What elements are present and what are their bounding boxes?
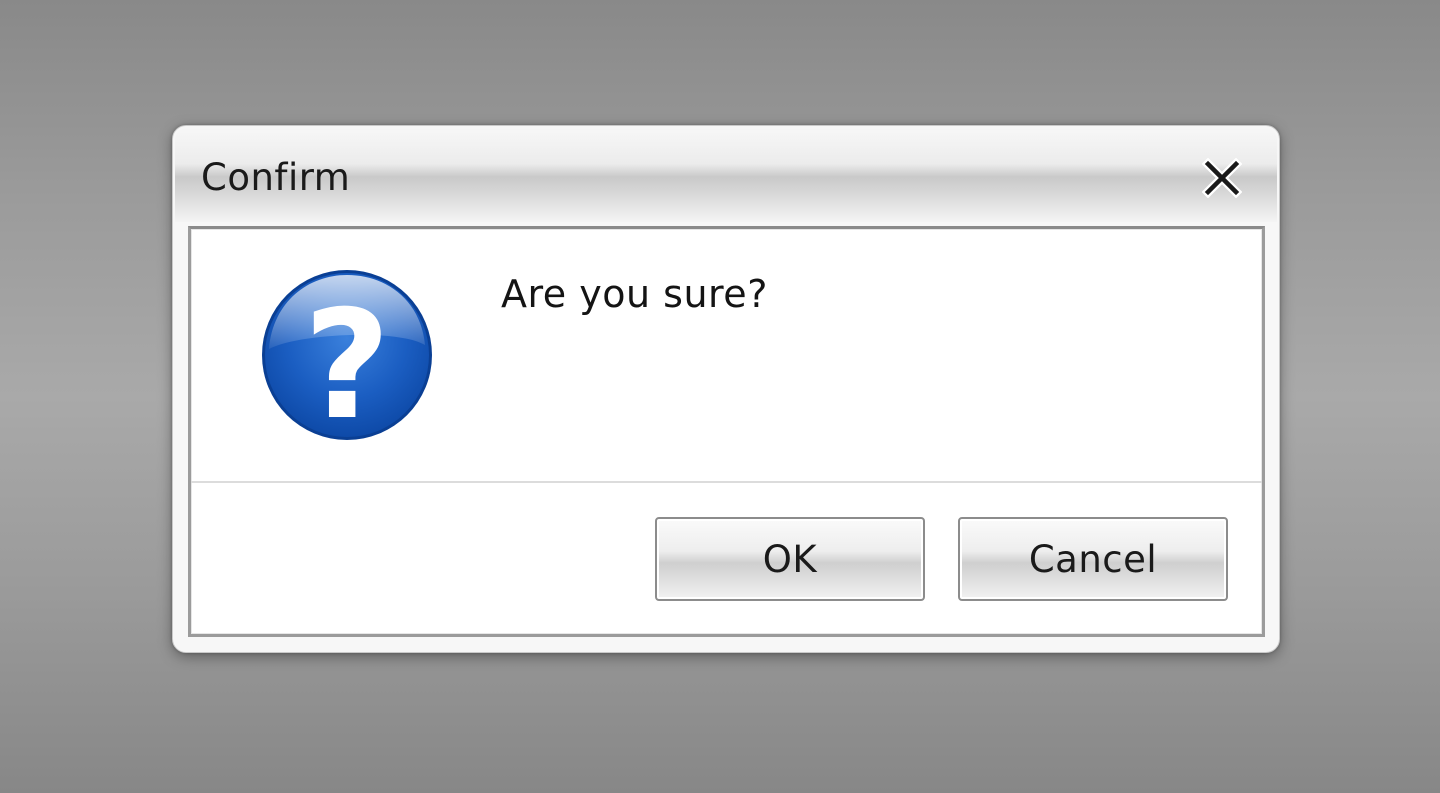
dialog-content: ? Are you sure? OK Cancel xyxy=(188,226,1265,637)
confirm-message: Are you sure? xyxy=(501,272,768,316)
svg-text:?: ? xyxy=(303,279,390,443)
ok-button[interactable]: OK xyxy=(655,517,925,601)
confirm-dialog: Confirm ? Are you sure? OK Cancel xyxy=(172,125,1280,653)
cancel-button[interactable]: Cancel xyxy=(958,517,1228,601)
close-icon xyxy=(1202,158,1242,198)
dialog-titlebar[interactable]: Confirm xyxy=(175,128,1277,222)
dialog-title: Confirm xyxy=(201,156,351,199)
close-button[interactable] xyxy=(1197,152,1247,204)
message-area: ? Are you sure? xyxy=(191,229,1262,483)
question-icon: ? xyxy=(262,270,432,443)
